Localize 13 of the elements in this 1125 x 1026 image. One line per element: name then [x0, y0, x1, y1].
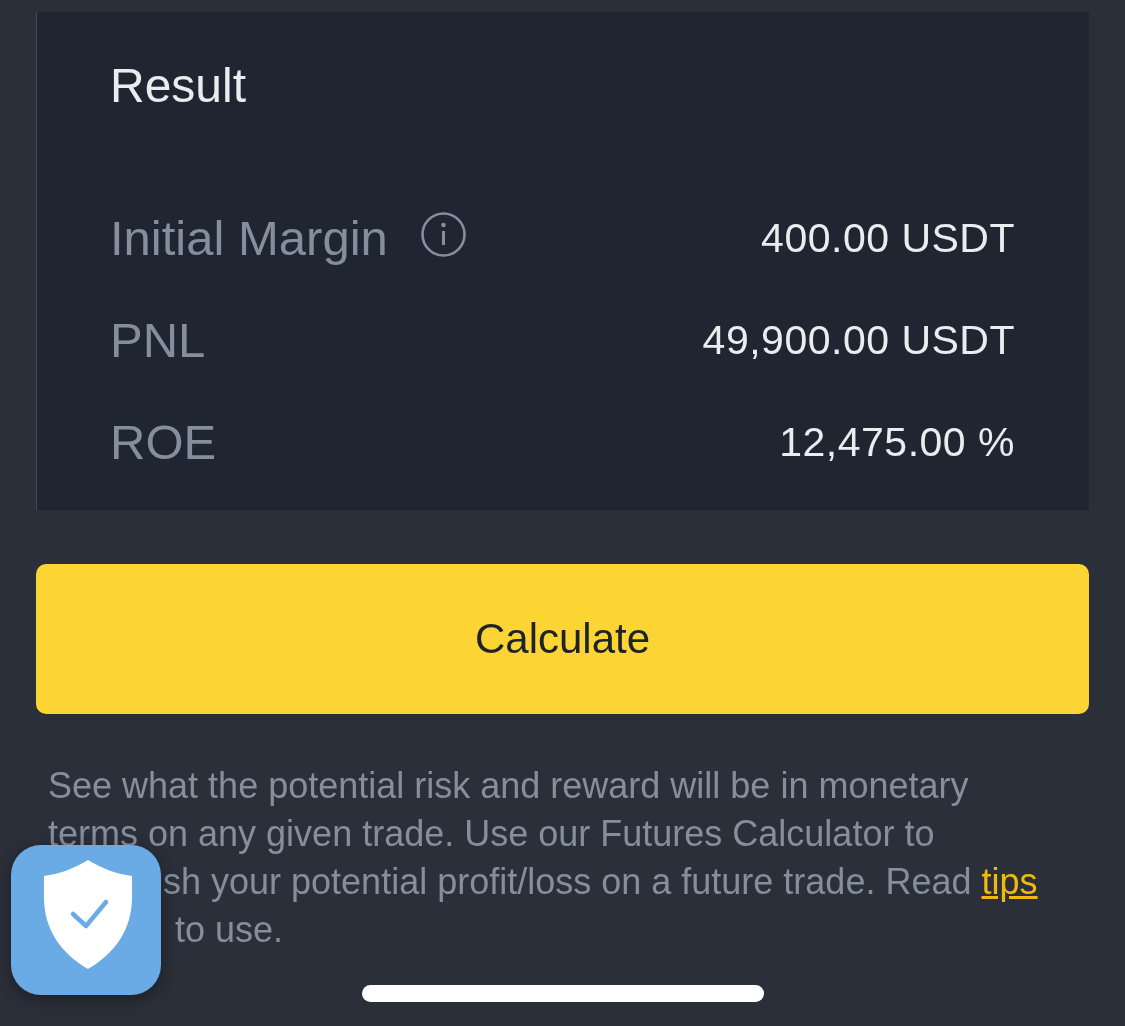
row-value: 12,475.00 % [779, 418, 1015, 467]
row-label: ROE [110, 414, 217, 470]
description-text: to use. [175, 908, 284, 952]
row-label: Initial Margin [110, 210, 388, 266]
row-label: PNL [110, 312, 206, 368]
shield-check-icon[interactable] [11, 845, 161, 995]
description-text: sh your potential profit/loss on a future trade. Read tips [163, 860, 1038, 904]
calculate-button[interactable]: Calculate [36, 564, 1089, 714]
row-value: 49,900.00 USDT [702, 316, 1015, 365]
tips-link[interactable]: tips [981, 861, 1038, 902]
result-title: Result [110, 58, 247, 114]
row-value: 400.00 USDT [761, 214, 1015, 263]
info-icon[interactable] [420, 211, 466, 257]
